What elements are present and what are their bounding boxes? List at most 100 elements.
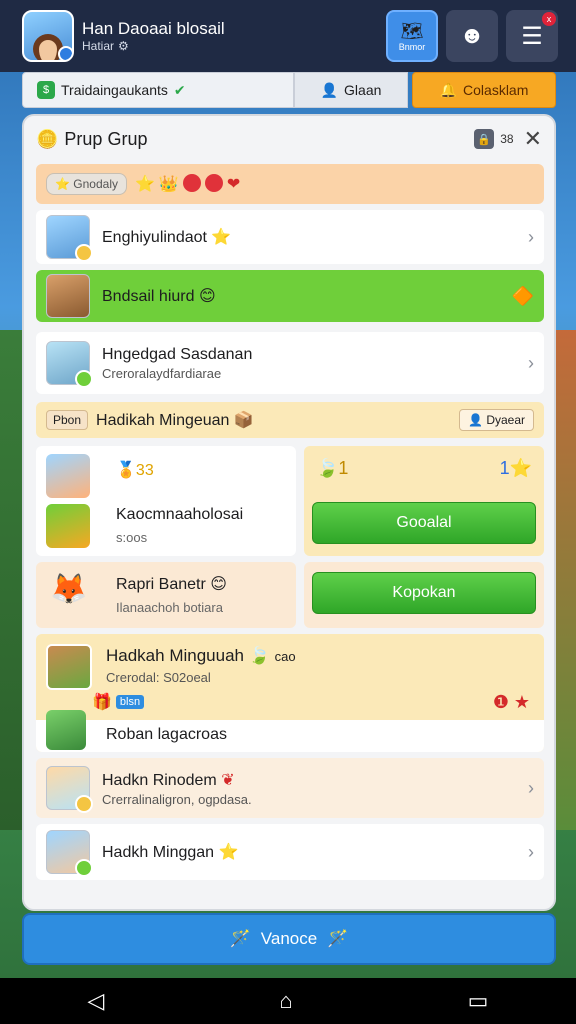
chevron-right-icon: › [528,352,534,373]
featured-title: Hadkah Minguuah 🍃 cao [106,646,296,665]
box-icon: 📦 [233,412,254,429]
profile-name: Han Daoaai blosail [82,19,225,38]
section-filter-button[interactable]: 👤 Dyaear [459,409,534,431]
avatar [46,644,92,690]
tab-label: Colasklam [463,82,529,98]
profile-avatar[interactable] [22,10,74,62]
tab-glaan[interactable]: 👤 Glaan [294,72,408,108]
fox-icon: 🦊 [50,573,88,606]
leaf-icon: 🍃 [316,458,339,478]
filter-chip[interactable]: ⭐ Gnodaly [46,173,127,195]
list-item-title: Hngedgad Sasdanan [102,345,253,363]
panel-count: 38 [500,132,514,146]
avatar [46,830,93,877]
back-icon[interactable]: ◁ [87,988,104,1014]
profile-subtitle-text: Hatiar [82,39,115,53]
gooalal-button[interactable]: Gooalal [312,502,536,544]
list-item-text: Hadkn Rinodem ❦ Crerralinaligron, ogpdas… [102,770,528,807]
featured-badge: blsn [115,695,145,709]
player-card[interactable]: 🏅33 Kaocmnaaholosai s:oos [36,446,296,556]
heart-icon: ❤ [226,176,241,193]
player-card[interactable]: 🦊 Rapri Banetr 😊 Ilanaachoh botiara [36,562,296,628]
star-icon: ⭐ [509,458,532,478]
score-badge: 🏅33 [116,462,154,479]
star-icon: ⭐ [218,844,239,861]
featured-footer: Roban lagacroas [36,710,544,752]
filter-row: ⭐ Gnodaly ⭐ 👑 ❤ [36,164,544,204]
list-item-text: Bndsail hiurd 😊 [102,286,512,306]
home-icon[interactable]: ⌂ [279,988,292,1014]
close-icon[interactable]: ✕ [524,126,542,152]
status-icon [75,859,93,877]
list-item-title: Hadkn Rinodem ❦ [102,771,235,789]
emoji-icon [75,795,93,813]
group-panel: 🪙 Prup Grup 🔒 38 ✕ ⭐ Gnodaly ⭐ 👑 ❤ Enghi… [22,114,556,911]
profile-info: Han Daoaai blosail Hatiar ⚙ [82,19,378,53]
wand-icon: 🪄 [229,929,251,948]
gem-icon: 🔶 [511,285,534,306]
red-face-icon [182,174,201,192]
chevron-right-icon: › [528,777,534,798]
user-icon: 👤 [320,81,339,98]
card-subtitle: s:oos [116,530,148,545]
reward-card: 🍃1 1⭐ Gooalal [304,446,544,556]
tab-traidaingaukants[interactable]: $ Traidaingaukants ✔ [22,72,294,108]
checkmark-icon: ✔ [173,81,186,98]
background-scenery-right [554,330,576,830]
card-title: Rapri Banetr 😊 [116,576,227,593]
list-item[interactable]: Enghiyulindaot ⭐ › [36,210,544,264]
emoji-button[interactable]: ☻ [446,10,498,62]
hamburger-menu-icon: ☰ [521,22,543,50]
cta-label: Vanoce [260,929,318,948]
avatar [46,454,90,498]
background-scenery-left [0,330,22,830]
avatar [46,215,93,262]
reaction-icons: ⭐ 👑 ❤ [135,174,240,194]
smiley-face-icon: ☻ [459,22,485,49]
leaf-icon: 🍃 [248,646,270,665]
list-item[interactable]: Hadkh Minggan ⭐ › [36,824,544,880]
red-face-icon [204,174,223,192]
featured-subtitle: Crerodal: S02oeal [106,670,211,685]
star-icon: ⭐ [211,229,232,246]
tab-colasklam[interactable]: 🔔 Colasklam [412,72,556,108]
card-title: Kaocmnaaholosai [116,506,244,523]
monster-icon [46,710,86,750]
kopokan-button[interactable]: Kopokan [312,572,536,614]
list-item[interactable]: Hadkn Rinodem ❦ Crerralinaligron, ogpdas… [36,758,544,818]
chevron-right-icon: › [528,226,534,247]
list-item-text: Hngedgad Sasdanan Creroralaydfardiarae [102,346,528,381]
star-rating: ❶ ★ [492,692,530,712]
reward-right: 1⭐ [499,458,532,478]
profile-subtitle: Hatiar ⚙ [82,39,378,53]
avatar-badge-icon [58,46,72,60]
panel-title: Prup Grup [64,128,148,149]
list-item-title: Enghiyulindaot ⭐ [102,229,232,246]
menu-button[interactable]: ☰ x [506,10,558,62]
filter-chip-label: Gnodaly [73,177,118,191]
list-item[interactable]: Hngedgad Sasdanan Creroralaydfardiarae › [36,332,544,394]
system-nav-bar: ◁ ⌂ ▭ [0,978,576,1024]
chevron-right-icon: › [528,841,534,862]
action-card: Kopokan [304,562,544,628]
featured-footer-text: Roban lagacroas [106,726,227,743]
list-item-text: Hadkh Minggan ⭐ [102,842,528,862]
recent-apps-icon[interactable]: ▭ [468,988,489,1014]
map-button[interactable]: 🗺 Bnmor [386,10,438,62]
tab-label: Glaan [344,82,382,98]
section-chip[interactable]: Pbon [46,410,89,430]
avatar [46,766,93,813]
featured-item[interactable]: Hadkah Minguuah 🍃 cao Crerodal: S02oeal … [36,634,544,752]
smiley-icon: 😊 [198,288,216,305]
wand-icon: 🪄 [327,929,349,948]
smiley-icon: 😊 [210,576,227,593]
list-item-highlighted[interactable]: Bndsail hiurd 😊 🔶 [36,270,544,322]
tab-bar: $ Traidaingaukants ✔ 👤 Glaan 🔔 Colasklam [22,72,556,108]
item-icon [46,504,90,548]
map-icon: 🗺 [400,20,424,41]
heart-icon: ❦ [221,771,235,789]
status-icon [75,370,93,388]
list-item-title: Bndsail hiurd 😊 [102,288,216,305]
lock-icon: 🔒 [474,129,495,149]
vanoce-button[interactable]: 🪄 Vanoce 🪄 [22,913,556,965]
